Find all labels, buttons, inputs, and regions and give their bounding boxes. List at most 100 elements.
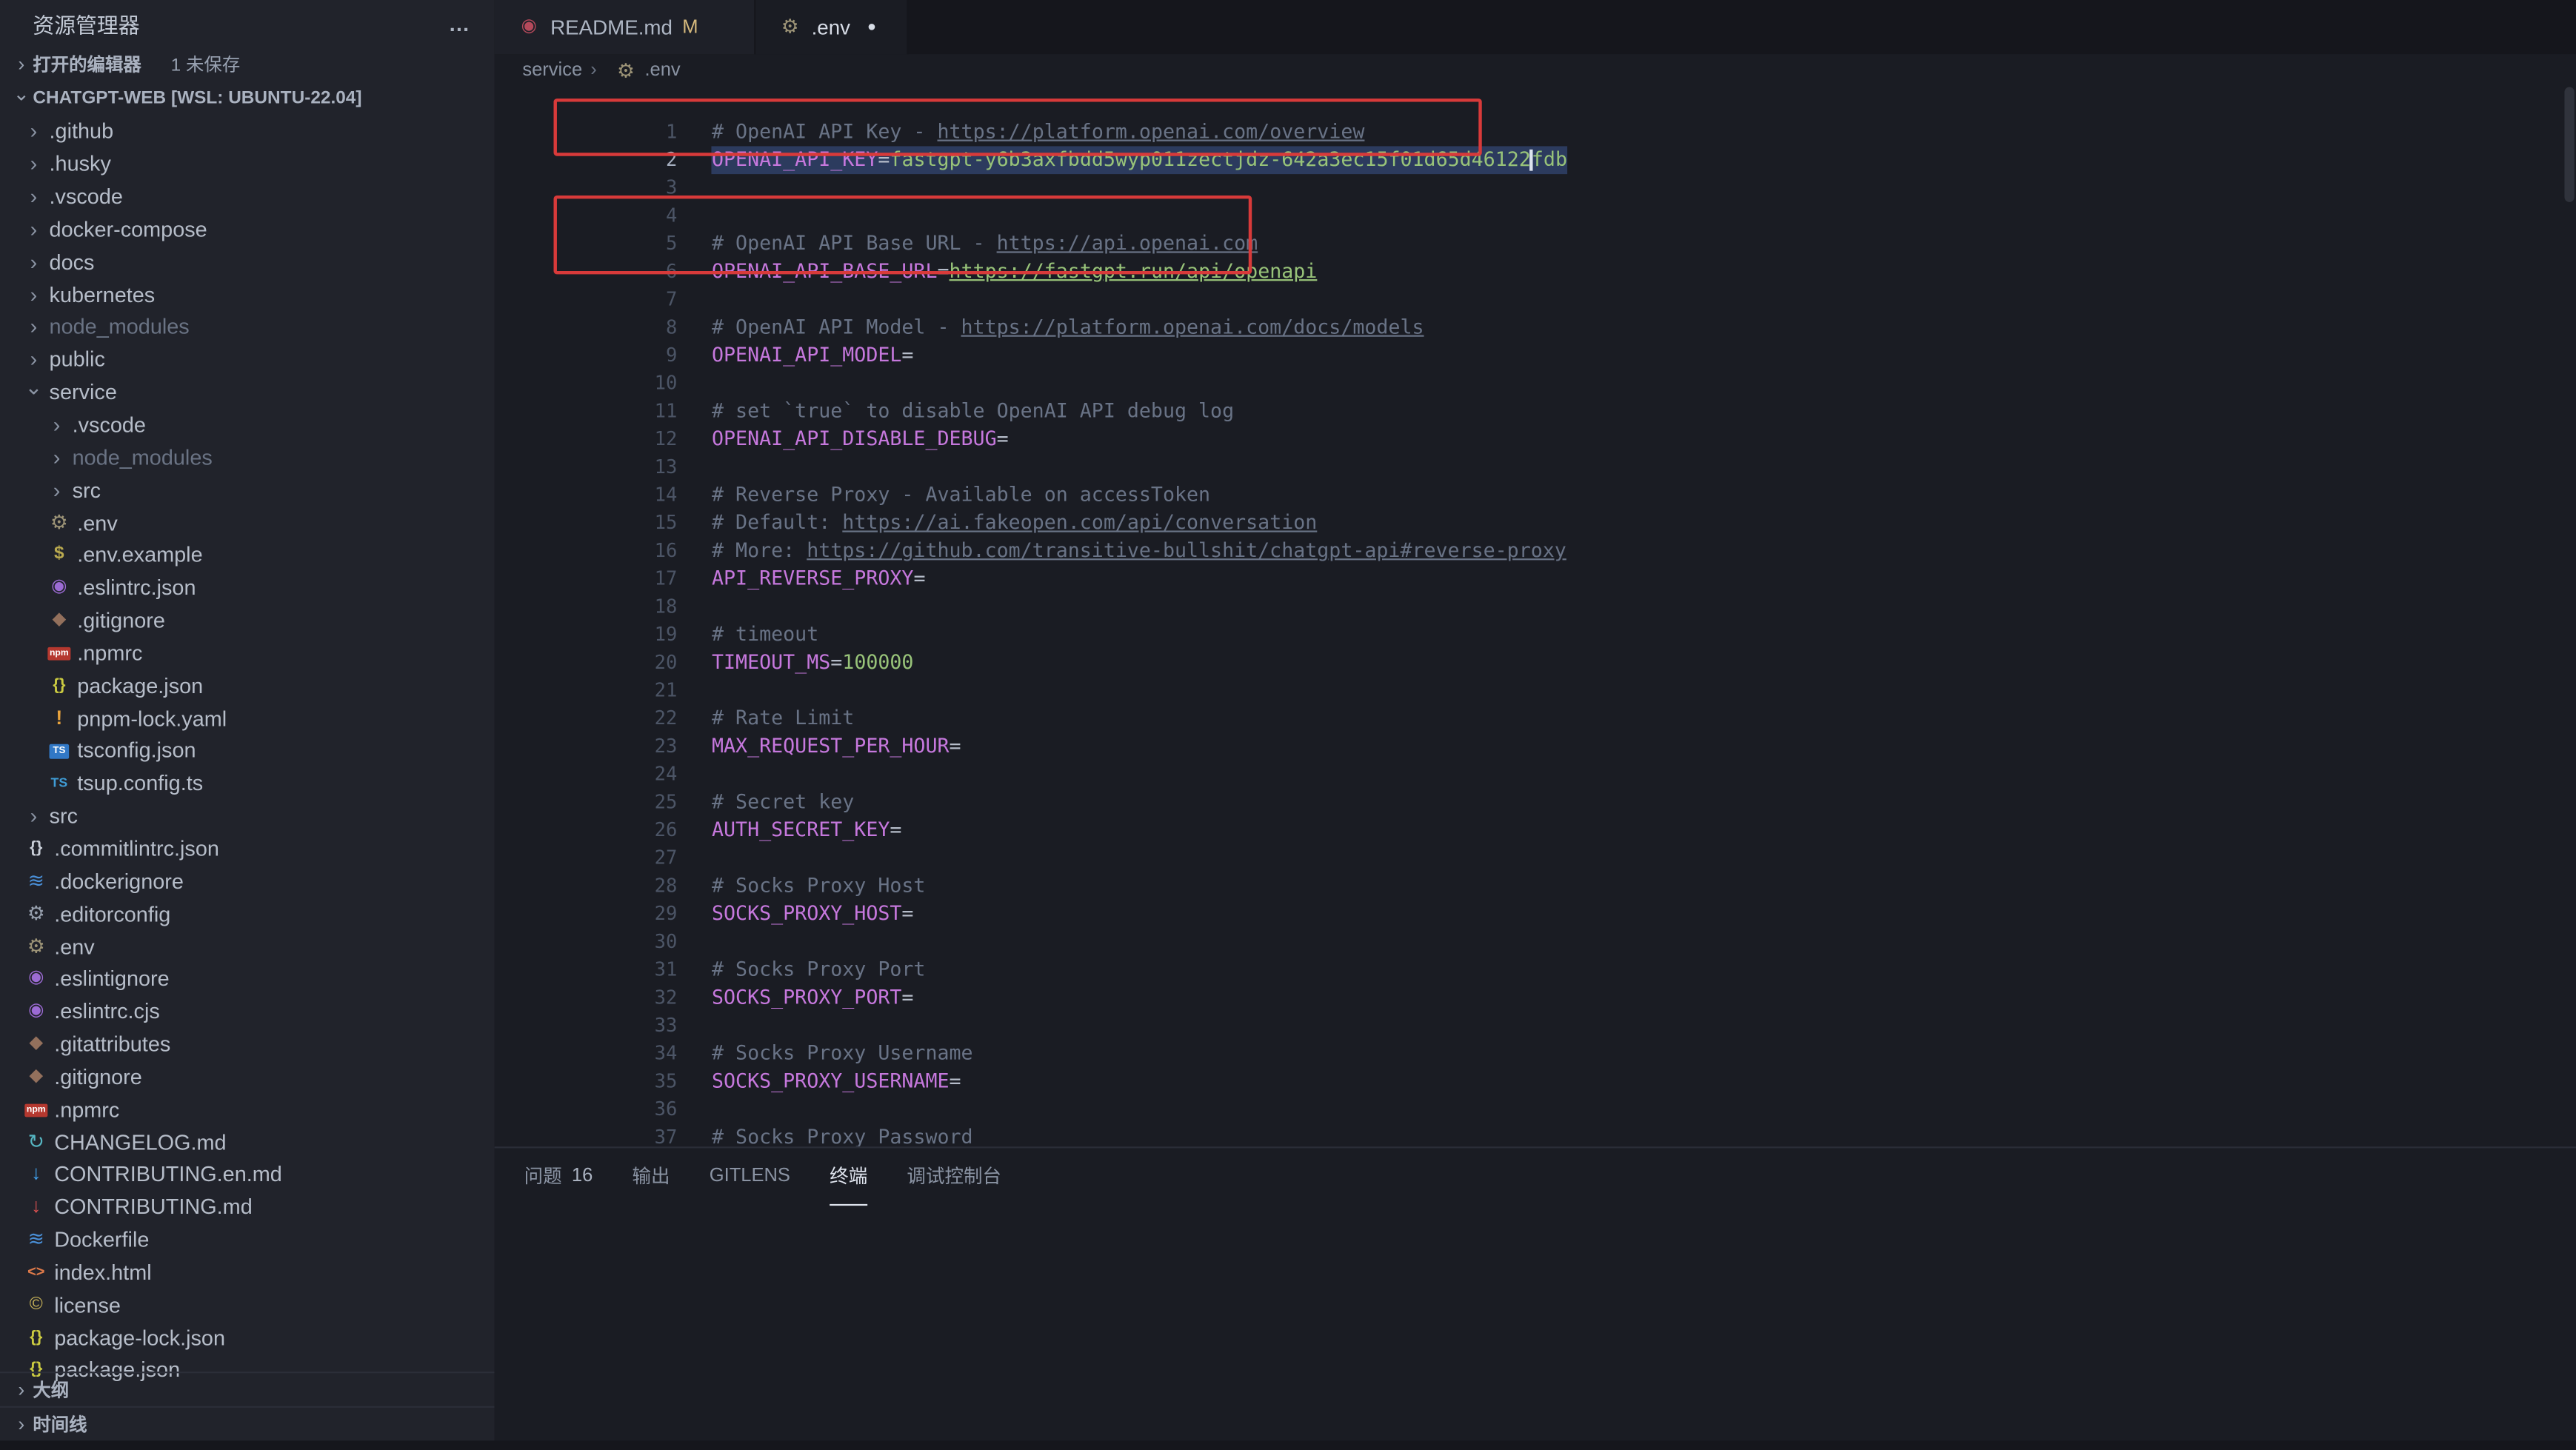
code-editor[interactable]: 1# OpenAI API Key - https://platform.ope… (495, 87, 2576, 1147)
line-number: 37 (613, 1123, 678, 1146)
more-actions-icon[interactable] (449, 10, 472, 35)
code-line[interactable]: 5# OpenAI API Base URL - https://api.ope… (495, 202, 2576, 230)
code-token: # Rate Limit (712, 706, 854, 729)
code-line[interactable]: 11# set `true` to disable OpenAI API deb… (495, 370, 2576, 398)
panel-tab[interactable]: 调试控制台 (907, 1148, 1001, 1206)
code-line[interactable]: 28# Socks Proxy Host (495, 844, 2576, 872)
tree-item[interactable]: .eslintignore (0, 963, 495, 995)
line-content: SOCKS_PROXY_USERNAME= (712, 1068, 961, 1096)
tree-item[interactable]: .eslintrc.cjs (0, 995, 495, 1028)
code-line[interactable]: 31# Socks Proxy Port (495, 928, 2576, 956)
tree-item[interactable]: service (0, 375, 495, 408)
panel-tab-label: 调试控制台 (907, 1163, 1001, 1189)
tree-item[interactable]: .editorconfig (0, 898, 495, 930)
tree-item[interactable]: CHANGELOG.md (0, 1126, 495, 1158)
breadcrumb-folder[interactable]: service (522, 61, 582, 81)
line-content: # OpenAI API Model - https://platform.op… (712, 314, 1424, 342)
line-content: SOCKS_PROXY_HOST= (712, 901, 913, 929)
tree-item[interactable]: .commitlintrc.json (0, 832, 495, 865)
code-line[interactable]: 19# timeout (495, 593, 2576, 621)
tree-item-label: docs (50, 250, 95, 274)
tree-item-label: service (50, 380, 117, 404)
tree-item[interactable]: CONTRIBUTING.en.md (0, 1158, 495, 1191)
tree-item[interactable]: license (0, 1289, 495, 1321)
line-number: 7 (613, 286, 678, 314)
tree-item[interactable]: .eslintrc.json (0, 571, 495, 604)
tree-item[interactable]: .husky (0, 147, 495, 180)
tree-item[interactable]: Dockerfile (0, 1223, 495, 1256)
tree-item[interactable]: .env.example (0, 538, 495, 571)
line-number: 13 (613, 453, 678, 481)
tree-item-label: src (73, 478, 101, 502)
tree-item[interactable]: node_modules (0, 441, 495, 473)
tree-item[interactable]: CONTRIBUTING.md (0, 1191, 495, 1223)
outline-section-header[interactable]: 大纲 (0, 1372, 495, 1407)
dirty-dot-icon[interactable] (860, 18, 883, 36)
tree-item[interactable]: pnpm-lock.yaml (0, 702, 495, 735)
code-line[interactable]: 34# Socks Proxy Username (495, 1012, 2576, 1040)
line-number: 3 (613, 174, 678, 202)
tree-item[interactable]: tsup.config.ts (0, 767, 495, 800)
line-content: # Secret key (712, 789, 854, 817)
eslint-icon (23, 1002, 49, 1020)
tree-item[interactable]: src (0, 800, 495, 832)
panel-tab[interactable]: GITLENS (710, 1148, 790, 1206)
tree-item[interactable]: .gitignore (0, 1060, 495, 1093)
tree-item[interactable]: .dockerignore (0, 865, 495, 898)
tree-item[interactable]: index.html (0, 1256, 495, 1289)
terminal-output[interactable] (495, 1206, 2576, 1449)
tree-item[interactable]: .vscode (0, 180, 495, 213)
tree-item[interactable]: .npmrc (0, 1093, 495, 1126)
tree-item[interactable]: public (0, 343, 495, 375)
tree-item-label: CONTRIBUTING.md (54, 1195, 253, 1219)
code-line[interactable]: 14# Reverse Proxy - Available on accessT… (495, 453, 2576, 481)
license-icon (23, 1296, 49, 1314)
editor-tab[interactable]: .env (755, 0, 907, 54)
terminal-line (522, 1399, 2576, 1424)
tree-item[interactable]: kubernetes (0, 278, 495, 310)
breadcrumb-file[interactable]: .env (644, 61, 680, 81)
panel-tab[interactable]: 终端 (830, 1148, 867, 1206)
line-content: TIMEOUT_MS=100000 (712, 649, 913, 677)
open-editors-section-header[interactable]: 打开的编辑器 1 未保存 (0, 46, 495, 81)
code-line[interactable]: 37# Socks Proxy Password (495, 1095, 2576, 1123)
code-token: = (901, 902, 913, 925)
editor-tab[interactable]: README.md M (495, 0, 756, 54)
pnpm-icon (46, 707, 72, 729)
tree-item[interactable]: docker-compose (0, 213, 495, 245)
tree-item[interactable]: package.json (0, 669, 495, 702)
code-line[interactable]: 8# OpenAI API Model - https://platform.o… (495, 286, 2576, 314)
eslint-icon (23, 969, 49, 987)
tree-item[interactable]: docs (0, 245, 495, 278)
tree-item[interactable]: src (0, 473, 495, 506)
code-token: fastgpt-y6b3axfbdd5wyp011zectjdz-642a3ec… (890, 148, 1530, 171)
tree-item[interactable]: .env (0, 930, 495, 963)
terminal-line (522, 1298, 2576, 1323)
tree-item[interactable]: .gitignore (0, 604, 495, 637)
tree-item[interactable]: .npmrc (0, 637, 495, 669)
tree-item[interactable]: .github (0, 115, 495, 147)
tree-item[interactable]: .env (0, 506, 495, 538)
editor-scrollbar-thumb[interactable] (2564, 87, 2574, 202)
panel-tab[interactable]: 输出 (633, 1148, 670, 1206)
npm-icon (46, 644, 72, 661)
timeline-section-header[interactable]: 时间线 (0, 1407, 495, 1442)
tree-item-label: tsconfig.json (77, 738, 196, 763)
code-line[interactable]: 22# Rate Limit (495, 677, 2576, 705)
line-content: AUTH_SECRET_KEY= (712, 816, 901, 844)
code-line[interactable]: 4 (495, 174, 2576, 202)
code-line[interactable]: 1# OpenAI API Key - https://platform.ope… (495, 90, 2576, 118)
panel-tab[interactable]: 问题 16 (524, 1148, 593, 1206)
code-line[interactable]: 25# Secret key (495, 761, 2576, 789)
tree-item[interactable]: .vscode (0, 408, 495, 441)
tree-item[interactable]: package-lock.json (0, 1321, 495, 1354)
code-token: https://fastgpt.run/api/openapi (950, 259, 1318, 282)
tree-item[interactable]: tsconfig.json (0, 735, 495, 767)
code-token: AUTH_SECRET_KEY (712, 818, 890, 841)
tree-item[interactable]: .gitattributes (0, 1028, 495, 1060)
braces-white-icon (23, 839, 49, 857)
workspace-section-header[interactable]: CHATGPT-WEB [WSL: UBUNTU-22.04] (0, 81, 495, 116)
tree-item[interactable]: node_modules (0, 310, 495, 343)
tree-item-label: license (54, 1292, 121, 1317)
panel-tab-label: 输出 (633, 1163, 670, 1189)
